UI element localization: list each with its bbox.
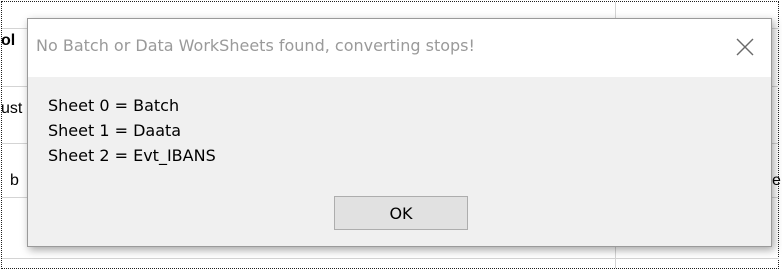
message-line: Sheet 2 = Evt_IBANS: [48, 146, 216, 165]
grid-line: [2, 258, 779, 259]
message-line: Sheet 1 = Daata: [48, 121, 182, 140]
close-button[interactable]: [727, 31, 763, 63]
cell-fragment: ust: [1, 100, 23, 117]
dialog-message: Sheet 0 = Batch Sheet 1 = Daata Sheet 2 …: [48, 93, 216, 168]
cell-fragment: ol: [1, 32, 16, 49]
close-icon: [736, 38, 754, 56]
message-dialog: No Batch or Data WorkSheets found, conve…: [27, 18, 772, 247]
cell-fragment: e: [772, 172, 781, 189]
ok-button[interactable]: OK: [334, 196, 468, 230]
cell-fragment: b: [10, 172, 19, 189]
message-line: Sheet 0 = Batch: [48, 96, 180, 115]
dialog-title: No Batch or Data WorkSheets found, conve…: [36, 36, 475, 55]
dialog-titlebar[interactable]: No Batch or Data WorkSheets found, conve…: [28, 19, 771, 77]
